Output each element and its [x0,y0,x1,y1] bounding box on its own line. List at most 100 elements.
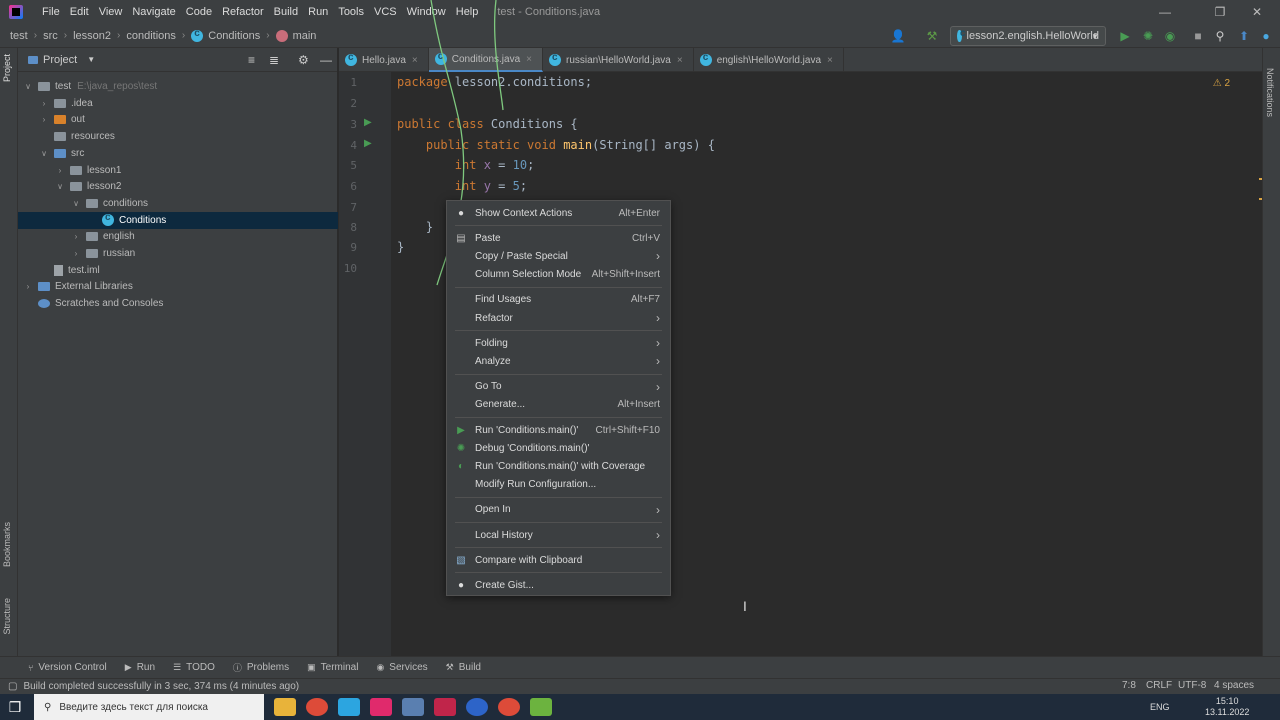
project-panel-title[interactable]: Project [43,54,77,66]
jetbrains-space-icon[interactable]: ● [1258,28,1274,44]
chevron-down-icon[interactable]: ∨ [54,182,66,191]
tab-russian-helloworld-java[interactable]: russian\HelloWorld.java × [543,48,694,72]
hide-panel-icon[interactable]: — [320,53,332,67]
breadcrumb-item[interactable]: conditions [126,30,176,42]
menu-navigate[interactable]: Navigate [127,0,180,24]
tree-item-test-iml[interactable]: test.iml [18,262,338,279]
menu-item-open-in[interactable]: Open In › [447,501,670,519]
tree-item-resources[interactable]: resources [18,128,338,145]
chrome-icon[interactable] [306,698,328,716]
breadcrumb-item[interactable]: test [10,30,28,42]
menu-run[interactable]: Run [303,0,333,24]
tree-item--idea[interactable]: › .idea [18,95,338,112]
warnings-indicator[interactable]: ⚠ 2 [1213,78,1230,89]
close-icon[interactable]: × [827,55,833,66]
expand-all-icon[interactable]: ≡ [248,53,255,67]
menu-item-refactor[interactable]: Refactor › [447,309,670,327]
status-message[interactable]: Build completed successfully in 3 sec, 3… [23,681,299,692]
tree-item-out[interactable]: › out [18,111,338,128]
menu-item-compare-with-clipboard[interactable]: ▧ Compare with Clipboard [447,551,670,569]
menu-build[interactable]: Build [269,0,303,24]
tree-item-english[interactable]: › english [18,228,338,245]
menu-view[interactable]: View [94,0,128,24]
minimize-button[interactable]: — [1142,0,1188,24]
file-encoding[interactable]: UTF-8 [1178,680,1206,691]
intellij-taskbar-icon[interactable] [370,698,392,716]
tree-item-external-libraries[interactable]: › External Libraries [18,278,338,295]
tree-item-scratches-and-consoles[interactable]: Scratches and Consoles [18,295,338,312]
chevron-right-icon[interactable]: › [54,166,66,175]
notepad-icon[interactable] [530,698,552,716]
run-icon[interactable]: ▶ [1117,28,1133,44]
menu-item-local-history[interactable]: Local History › [447,526,670,544]
menu-tools[interactable]: Tools [333,0,369,24]
breadcrumb-item[interactable]: lesson2 [73,30,111,42]
tab-english-helloworld-java[interactable]: english\HelloWorld.java × [694,48,844,72]
menu-item-modify-run-configuration[interactable]: Modify Run Configuration... [447,476,670,494]
tool-services[interactable]: ◉ Services [376,662,427,673]
menu-code[interactable]: Code [181,0,217,24]
tool-problems[interactable]: ⓘ Problems [233,661,289,674]
close-button[interactable]: ✕ [1234,0,1280,24]
run-configuration-select[interactable]: lesson2.english.HelloWorld ▼ [950,26,1106,46]
chevron-right-icon[interactable]: › [22,282,34,291]
collapse-all-icon[interactable]: ≣ [269,53,279,67]
chevron-right-icon[interactable]: › [70,232,82,241]
app-icon[interactable] [402,698,424,716]
chevron-down-icon[interactable]: ▼ [87,55,95,64]
chevron-down-icon[interactable]: ∨ [22,82,34,91]
tool-todo[interactable]: ☰ TODO [173,662,215,673]
update-icon[interactable]: ⬆ [1236,28,1252,44]
debug-icon[interactable]: ✺ [1140,28,1156,44]
chevron-right-icon[interactable]: › [38,115,50,124]
menu-refactor[interactable]: Refactor [217,0,269,24]
tree-item-lesson2[interactable]: ∨ lesson2 [18,178,338,195]
chrome-icon[interactable] [498,698,520,716]
menu-item-create-gist[interactable]: ● Create Gist... [447,576,670,594]
close-icon[interactable]: × [677,55,683,66]
menu-edit[interactable]: Edit [65,0,94,24]
search-everywhere-icon[interactable]: ⚲ [1212,28,1228,44]
breadcrumb-item[interactable]: Conditions [191,28,260,42]
menu-item-find-usages[interactable]: Find Usages Alt+F7 [447,291,670,309]
menu-item-copy-paste-special[interactable]: Copy / Paste Special › [447,247,670,265]
tree-item-conditions[interactable]: ∨ conditions [18,195,338,212]
chevron-down-icon[interactable]: ∨ [38,149,50,158]
tree-item-lesson1[interactable]: › lesson1 [18,162,338,179]
user-icon[interactable]: 👤 [890,28,906,44]
taskbar-search[interactable]: ⚲ Введите здесь текст для поиска [34,694,264,720]
tree-item-src[interactable]: ∨ src [18,145,338,162]
chevron-right-icon[interactable]: › [38,99,50,108]
structure-tool-tab[interactable]: Structure [2,598,12,635]
notifications-tool-tab[interactable]: Notifications [1265,68,1275,117]
tool-version-control[interactable]: ⑂ Version Control [28,662,107,673]
breadcrumb-item[interactable]: src [43,30,58,42]
line-separator[interactable]: CRLF [1146,680,1172,691]
app-icon[interactable] [466,698,488,716]
indent-setting[interactable]: 4 spaces [1214,680,1254,691]
file-explorer-icon[interactable] [274,698,296,716]
menu-item-generate[interactable]: Generate... Alt+Insert [447,396,670,414]
stop-icon[interactable]: ■ [1190,28,1206,44]
tool-build[interactable]: ⚒ Build [446,662,481,673]
chevron-down-icon[interactable]: ∨ [70,199,82,208]
bookmarks-tool-tab[interactable]: Bookmarks [2,522,12,567]
menu-file[interactable]: File [37,0,65,24]
menu-item-paste[interactable]: ▤ Paste Ctrl+V [447,229,670,247]
tray-language[interactable]: ENG [1150,694,1170,720]
menu-item-column-selection-mode[interactable]: Column Selection Mode Alt+Shift+Insert [447,266,670,284]
tree-item-russian[interactable]: › russian [18,245,338,262]
windows-start-icon[interactable]: ❒ [0,699,30,716]
menu-item-run-conditions-main-with-coverage[interactable]: ◐ Run 'Conditions.main()' with Coverage [447,457,670,475]
app-icon[interactable] [434,698,456,716]
tray-clock[interactable]: 15:10 13.11.2022 [1205,694,1249,720]
tree-item-test[interactable]: ∨ test E:\java_repos\test [18,78,338,95]
menu-item-go-to[interactable]: Go To › [447,378,670,396]
menu-item-debug-conditions-main[interactable]: ✺ Debug 'Conditions.main()' [447,439,670,457]
breadcrumb-item[interactable]: main [275,29,316,42]
gear-icon[interactable]: ⚙ [298,53,309,67]
telegram-icon[interactable] [338,698,360,716]
tool-terminal[interactable]: ▣ Terminal [307,662,358,673]
build-hammer-icon[interactable]: ⚒ [924,28,940,44]
menu-item-show-context-actions[interactable]: ● Show Context Actions Alt+Enter [447,204,670,222]
